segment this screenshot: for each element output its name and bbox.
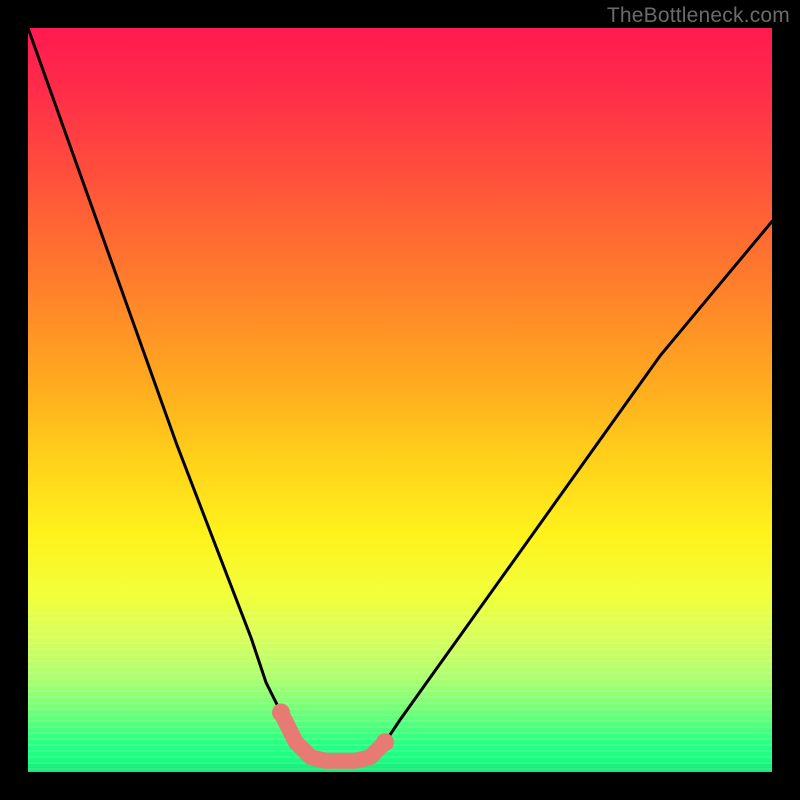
chart-frame: TheBottleneck.com — [0, 0, 800, 800]
curve-layer — [28, 28, 772, 772]
black-curve — [28, 28, 772, 761]
highlight-stroke — [281, 713, 385, 761]
plot-area — [28, 28, 772, 772]
highlight-dot-right — [376, 733, 394, 751]
watermark-text: TheBottleneck.com — [607, 4, 790, 28]
left-curve — [28, 28, 311, 757]
right-curve — [370, 221, 772, 757]
valley-highlight — [272, 704, 394, 761]
highlight-dot-left — [272, 704, 290, 722]
